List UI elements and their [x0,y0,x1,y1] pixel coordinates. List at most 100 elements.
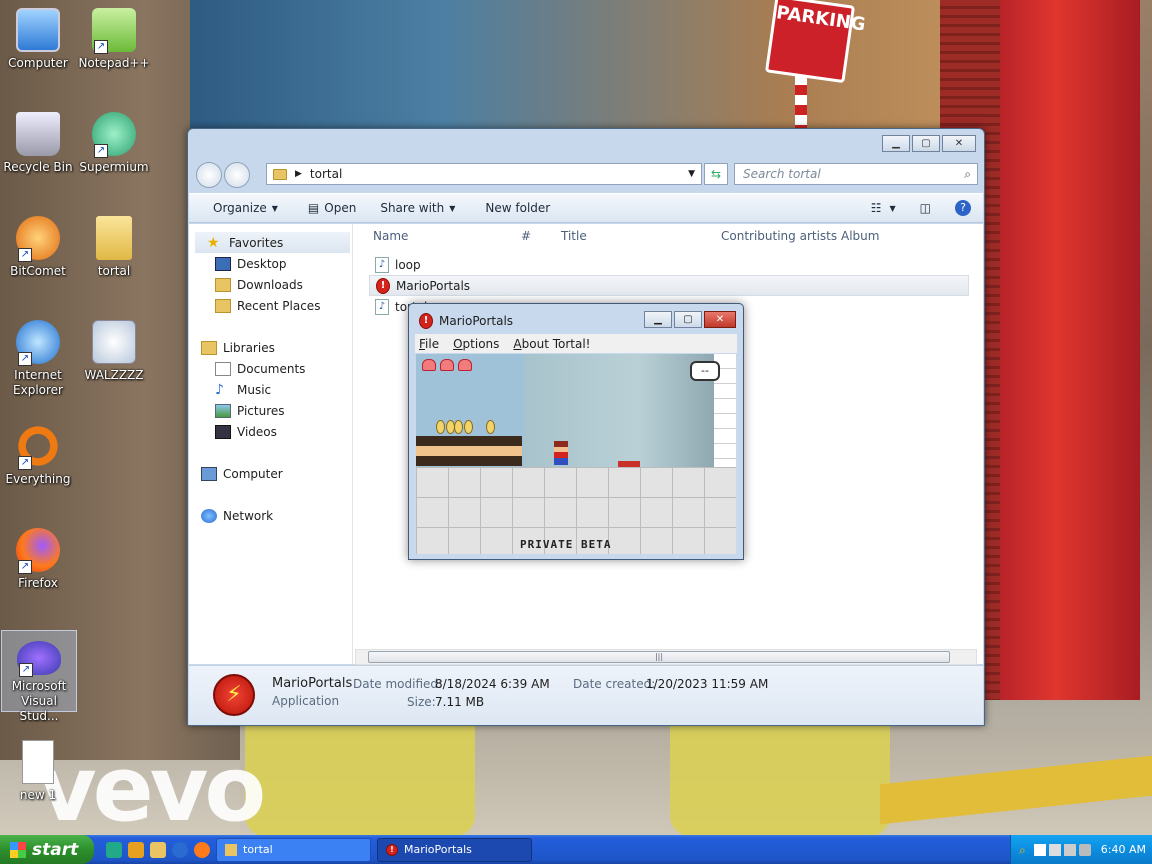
nav-label: Documents [237,361,306,376]
address-bar[interactable]: ▶ tortal ▼ [266,163,702,185]
desktop-icon-bitcomet[interactable]: ↗ BitComet [0,216,76,279]
desktop-icon-computer[interactable]: Computer [0,8,76,71]
volume-muted-icon[interactable] [1079,843,1091,856]
heart-icon [458,359,472,371]
share-with-button[interactable]: Share with ▼ [368,201,467,215]
open-button[interactable]: ▤ Open [296,201,368,215]
folder-icon [96,216,132,260]
column-headers: Name # Title Contributing artists Album [359,224,973,248]
refresh-button[interactable]: ⇆ [704,163,728,185]
internet-explorer-icon[interactable] [172,841,188,858]
nav-computer[interactable]: Computer [189,463,352,484]
taskbar-task[interactable]: tortal [216,837,371,862]
preview-pane-icon: ◫ [919,201,931,215]
column-contributing-artists[interactable]: Contributing artists [721,229,837,243]
details-name: MarioPortals [272,676,353,691]
column-name[interactable]: Name [373,229,408,243]
minimize-button[interactable]: ▁ [644,311,672,328]
view-options-button[interactable]: ☷ ▼ [859,201,908,215]
desktop-icon-visual-studio[interactable]: ↗ Microsoft Visual Stud... [1,630,77,723]
wallpaper-figure-right [670,726,890,836]
breadcrumb-arrow-icon[interactable]: ▶ [295,169,302,179]
printer-icon[interactable] [1064,843,1076,856]
menu-options[interactable]: Options [453,337,499,351]
file-name: MarioPortals [396,278,471,293]
forward-button[interactable] [224,162,250,188]
desktop-icon-label: Computer [8,56,68,70]
nav-pictures[interactable]: Pictures [189,400,352,421]
search-icon[interactable]: ⌕ [964,164,971,184]
clock[interactable]: 6:40 AM [1101,843,1146,856]
start-button[interactable]: start [0,835,94,864]
close-button[interactable]: ✕ [942,135,976,152]
nav-videos[interactable]: Videos [189,421,352,442]
file-row[interactable]: ! MarioPortals [369,275,969,296]
details-created: 1/20/2023 11:59 AM [646,677,769,691]
messenger-icon[interactable] [106,841,122,858]
nav-documents[interactable]: Documents [189,358,352,379]
breadcrumb-current[interactable]: tortal [310,167,342,181]
audio-file-icon: ♪ [375,256,389,273]
menu-file[interactable]: File [419,337,439,351]
preview-pane-button[interactable]: ◫ [908,201,943,215]
nav-network[interactable]: Network [189,505,352,526]
desktop-icon-label: Supermium [79,160,149,174]
flag-icon[interactable] [1034,843,1046,856]
documents-icon [215,361,231,376]
search-input[interactable]: Search tortal ⌕ [734,163,978,185]
help-button[interactable]: ? [943,200,983,216]
folder-icon[interactable] [150,841,166,858]
nav-recent-places[interactable]: Recent Places [189,295,352,316]
new-folder-label: New folder [485,201,551,215]
close-button[interactable]: ✕ [704,311,736,328]
search-icon[interactable]: ⌕ [1019,844,1031,856]
desktop-icon-new1[interactable]: new 1 [0,740,76,803]
media-player-icon[interactable] [128,841,144,858]
back-button[interactable] [196,162,222,188]
horizontal-scrollbar[interactable]: ||| [355,649,977,665]
maximize-button[interactable]: ▢ [912,135,940,152]
desktop-icon [215,256,231,271]
organize-button[interactable]: Organize ▼ [189,201,290,215]
bitcomet-icon: ↗ [16,216,60,262]
details-modified: 8/18/2024 6:39 AM [435,677,550,691]
wallpaper-pillar [1000,0,1140,700]
details-created-label: Date created: [573,677,656,691]
column-number[interactable]: # [521,229,531,243]
column-title[interactable]: Title [561,229,587,243]
game-window[interactable]: ! MarioPortals ▁ ▢ ✕ File Options About … [408,303,744,560]
desktop-icon-notepadpp[interactable]: ↗ Notepad++ [76,8,152,71]
desktop-icon-supermium[interactable]: ↗ Supermium [76,112,152,175]
network-icon[interactable] [1049,843,1061,856]
desktop-icon-recycle-bin[interactable]: Recycle Bin [0,112,76,175]
nav-music[interactable]: ♪ Music [189,379,352,400]
new-folder-button[interactable]: New folder [473,201,562,215]
chevron-down-icon[interactable]: ▼ [688,169,695,179]
text-file-icon [22,740,54,784]
mario-sprite [554,441,568,465]
maximize-button[interactable]: ▢ [674,311,702,328]
column-album[interactable]: Album [841,229,879,243]
desktop-icon-tortal-folder[interactable]: tortal [76,216,152,279]
game-banner: PRIVATE BETA [520,538,612,551]
game-canvas[interactable]: -- PRIVATE BETA [416,354,736,554]
scrollbar-thumb[interactable]: ||| [368,651,950,663]
taskbar: start tortal ! MarioPortals ⌕ 6:40 AM [0,835,1152,864]
taskbar-task[interactable]: ! MarioPortals [377,837,532,862]
nav-libraries[interactable]: Libraries [189,337,352,358]
minimize-button[interactable]: ▁ [882,135,910,152]
firefox-icon[interactable] [194,841,210,858]
desktop-icon-everything[interactable]: ↗ Everything [0,424,76,487]
nav-desktop[interactable]: Desktop [189,253,352,274]
computer-icon [16,8,60,52]
desktop-icon-walzzzz[interactable]: WALZZZZ [76,320,152,383]
chevron-down-icon: ▼ [889,203,896,213]
recent-places-icon [215,298,231,313]
desktop-icon-internet-explorer[interactable]: ↗ Internet Explorer [0,320,76,398]
desktop-icon-firefox[interactable]: ↗ Firefox [0,528,76,591]
file-row[interactable]: ♪ loop [369,254,969,275]
nav-favorites[interactable]: ★ Favorites [195,232,350,253]
nav-downloads[interactable]: Downloads [189,274,352,295]
menu-about[interactable]: About Tortal! [513,337,590,351]
